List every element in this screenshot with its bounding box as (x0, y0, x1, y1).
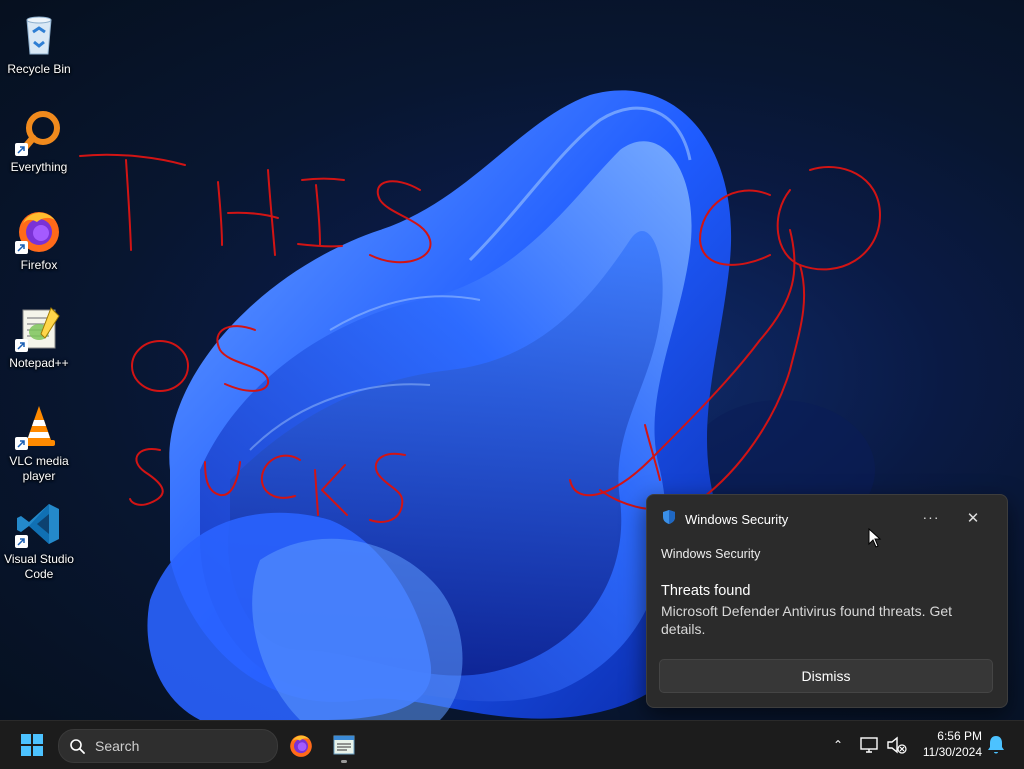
mouse-cursor-icon (868, 528, 882, 548)
everything-search-icon (15, 108, 63, 156)
start-button[interactable] (12, 729, 52, 761)
toast-source: Windows Security (661, 547, 761, 561)
desktop-icon-label: VLC media player (9, 454, 69, 483)
shortcut-arrow-icon (15, 143, 28, 156)
clock-time: 6:56 PM (937, 729, 982, 743)
taskbar: Search ⌃ 6:56 PM 11/30/2024 (0, 720, 1024, 769)
desktop-icon-label: Visual Studio Code (4, 552, 74, 581)
desktop-icon-label: Notepad++ (9, 356, 69, 370)
notification-bell-icon[interactable] (986, 734, 1006, 756)
desktop-icon-vscode[interactable]: Visual Studio Code (0, 494, 78, 582)
dismiss-button[interactable]: Dismiss (659, 659, 993, 693)
firefox-icon (290, 735, 312, 757)
vscode-icon (15, 500, 63, 548)
desktop-icon-everything[interactable]: Everything (0, 102, 78, 175)
close-icon[interactable]: ✕ (963, 509, 983, 529)
more-options-icon[interactable]: ··· (919, 509, 943, 529)
windows-logo-icon (21, 734, 43, 756)
shortcut-arrow-icon (15, 437, 28, 450)
shield-icon (661, 509, 677, 530)
shortcut-arrow-icon (15, 339, 28, 352)
toast-app-name: Windows Security (685, 511, 789, 527)
running-indicator (341, 760, 347, 763)
desktop-icon-notepad-plus-plus[interactable]: Notepad++ (0, 298, 78, 371)
firefox-icon (15, 206, 63, 254)
desktop-icon-label: Firefox (20, 258, 58, 272)
system-clock[interactable]: 6:56 PM 11/30/2024 (912, 728, 982, 760)
toast-header: Windows Security ··· ✕ (661, 509, 993, 529)
shortcut-arrow-icon (15, 535, 28, 548)
clock-date: 11/30/2024 (922, 745, 982, 759)
recycle-bin-icon (15, 10, 63, 58)
taskbar-search-box[interactable]: Search (58, 729, 278, 763)
notepad-plus-plus-icon (15, 304, 63, 352)
volume-muted-icon[interactable] (884, 733, 908, 757)
toast-body: Microsoft Defender Antivirus found threa… (661, 603, 953, 637)
desktop-icon-recycle-bin[interactable]: Recycle Bin (0, 4, 78, 77)
shortcut-arrow-icon (15, 241, 28, 254)
desktop-icon-label: Everything (10, 160, 68, 174)
show-hidden-icons-chevron-icon[interactable]: ⌃ (826, 733, 850, 757)
search-placeholder: Search (95, 738, 140, 754)
search-icon (70, 739, 85, 754)
notepad-icon (333, 735, 355, 755)
desktop-icon-vlc[interactable]: VLC media player (0, 396, 78, 484)
toast-title: Threats found (661, 583, 751, 599)
windows-security-toast[interactable]: Windows Security ··· ✕ Windows Security … (646, 494, 1008, 708)
network-icon[interactable] (858, 733, 882, 757)
vlc-icon (15, 402, 63, 450)
desktop-icon-label: Recycle Bin (7, 62, 71, 76)
taskbar-app-notepad[interactable] (326, 727, 362, 763)
taskbar-app-firefox[interactable] (283, 727, 319, 763)
desktop-icon-firefox[interactable]: Firefox (0, 200, 78, 273)
